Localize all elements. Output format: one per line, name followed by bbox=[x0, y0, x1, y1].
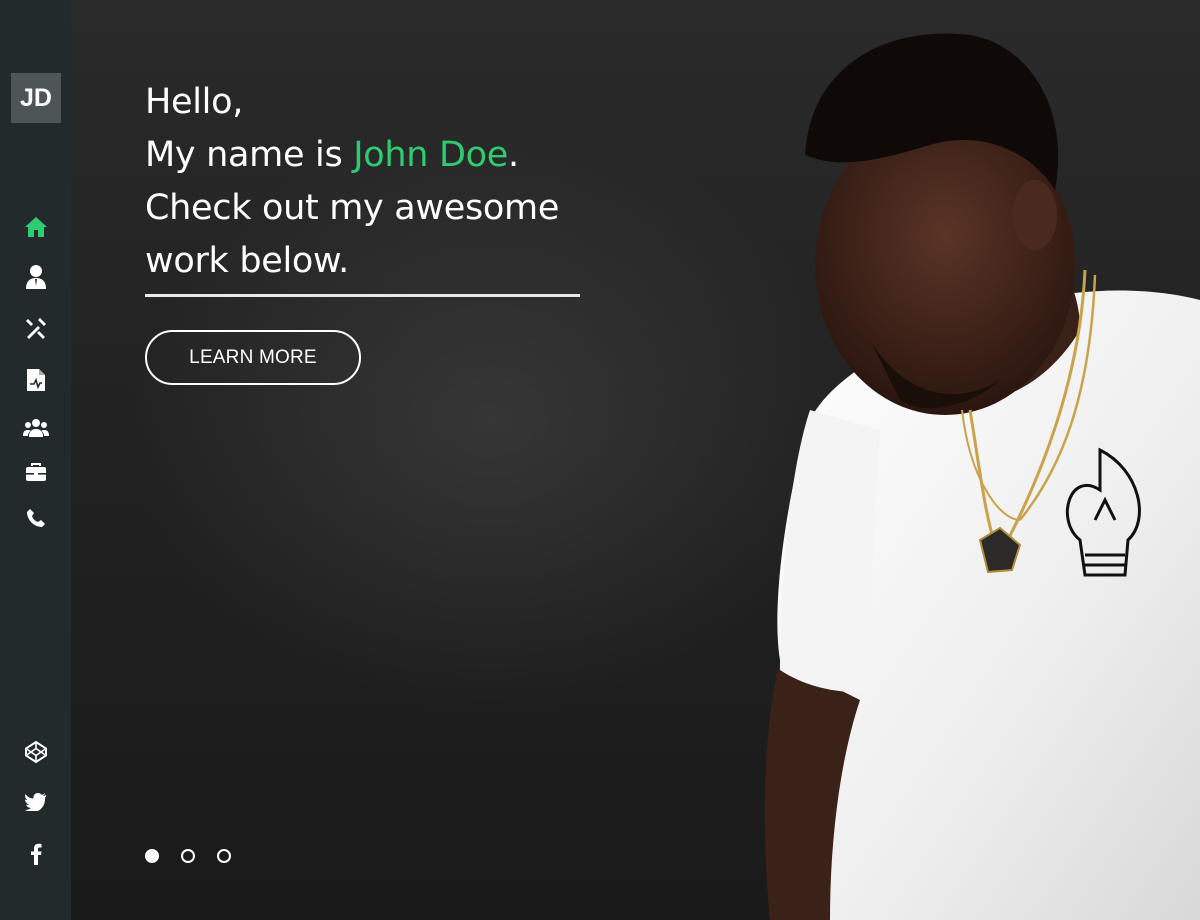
nav-portfolio[interactable] bbox=[0, 455, 71, 491]
briefcase-icon bbox=[25, 463, 46, 481]
phone-icon bbox=[26, 509, 45, 527]
nav-team[interactable] bbox=[0, 410, 71, 446]
facebook-icon bbox=[30, 843, 41, 865]
resume-icon bbox=[26, 369, 45, 391]
page: JD Hello, My name is John Doe. Check out… bbox=[0, 0, 1200, 920]
twitter-icon bbox=[24, 793, 46, 811]
slider-dot-1[interactable] bbox=[145, 849, 159, 863]
headline-line-4: work below. bbox=[145, 241, 349, 281]
user-icon bbox=[25, 265, 46, 289]
slider-dot-3[interactable] bbox=[217, 849, 231, 863]
social-facebook[interactable] bbox=[0, 836, 71, 872]
tools-icon bbox=[25, 318, 46, 339]
headline-line-3: Check out my awesome bbox=[145, 188, 560, 228]
slider-dot-2[interactable] bbox=[181, 849, 195, 863]
headline-name-suffix: . bbox=[507, 135, 519, 175]
nav-home[interactable] bbox=[0, 209, 71, 245]
headline-name-prefix: My name is bbox=[145, 135, 354, 175]
nav-about[interactable] bbox=[0, 259, 71, 295]
nav-resume[interactable] bbox=[0, 362, 71, 398]
home-icon bbox=[24, 217, 47, 237]
nav-services[interactable] bbox=[0, 310, 71, 346]
hero-portrait bbox=[764, 33, 1200, 920]
headline-name: John Doe bbox=[353, 135, 508, 175]
slider-dots bbox=[145, 849, 231, 863]
nav-contact[interactable] bbox=[0, 500, 71, 536]
learn-more-button[interactable]: LEARN MORE bbox=[145, 330, 361, 385]
social-twitter[interactable] bbox=[0, 784, 71, 820]
headline-line-2: My name is John Doe. bbox=[145, 129, 625, 182]
team-icon bbox=[22, 419, 49, 437]
hero-headline: Hello, My name is John Doe. Check out my… bbox=[145, 76, 625, 288]
headline-divider bbox=[145, 294, 580, 297]
social-codepen[interactable] bbox=[0, 734, 71, 770]
headline-line-1: Hello, bbox=[145, 82, 244, 122]
logo[interactable]: JD bbox=[11, 73, 61, 123]
sidebar: JD bbox=[0, 0, 71, 920]
codepen-icon bbox=[24, 741, 47, 763]
